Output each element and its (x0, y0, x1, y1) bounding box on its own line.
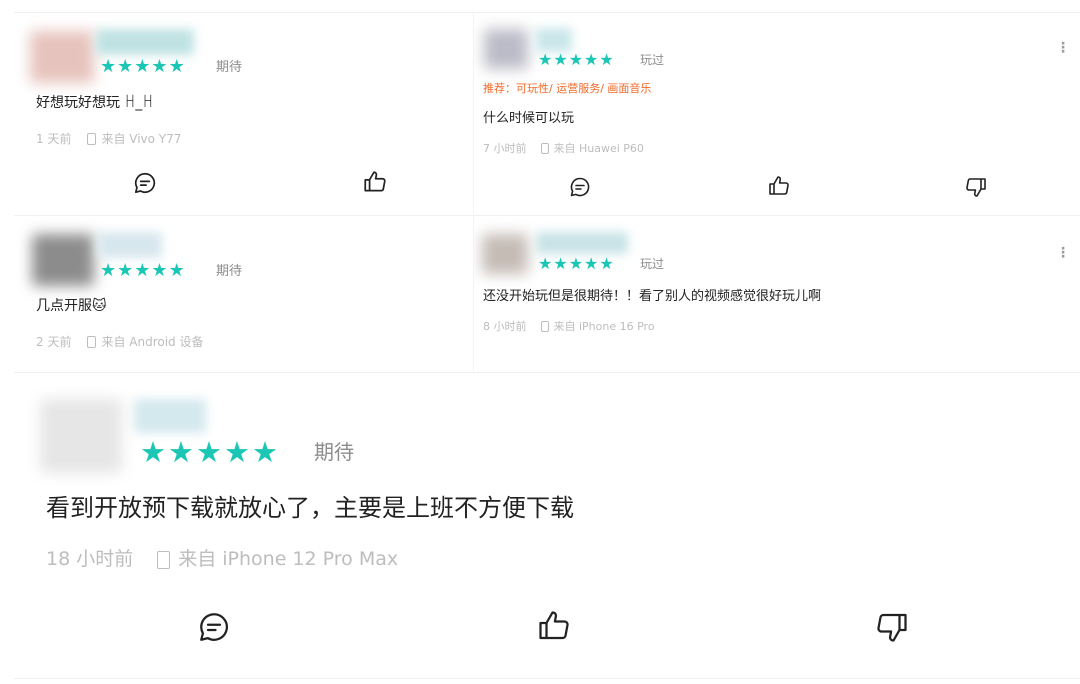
review-text: 几点开服🐱 (36, 298, 107, 314)
recommend-tags: 推荐：可玩性/ 运营服务/ 画面音乐 (483, 82, 652, 95)
avatar[interactable] (32, 234, 94, 286)
review-device: 来自 Huawei P60 (553, 142, 644, 155)
star-icon: ★ (134, 56, 151, 77)
dislike-button[interactable] (962, 174, 990, 200)
review-device: 来自 Vivo Y77 (101, 132, 182, 146)
star-icon: ★ (599, 50, 614, 69)
review-device: 来自 Android 设备 (101, 335, 204, 349)
rating-stars: ★ ★ ★ ★ ★ (538, 52, 615, 68)
review-text: 还没开始玩但是很期待！！看了别人的视频感觉很好玩儿啊 (483, 289, 822, 304)
more-icon: ⋮ (1056, 245, 1070, 261)
star-icon: ★ (568, 254, 584, 273)
phone-icon (540, 321, 549, 332)
rating-stars: ★ ★ ★ ★ ★ (100, 262, 186, 280)
review-card: ★ ★ ★ ★ ★ 玩过 ⋮ 推荐：可玩性/ 运营服务/ 画面音乐 什么时候可以… (474, 13, 1080, 215)
star-icon: ★ (168, 435, 194, 469)
star-icon: ★ (117, 260, 134, 281)
review-device: 来自 iPhone 12 Pro Max (178, 548, 399, 570)
more-button[interactable]: ⋮ (1056, 246, 1070, 260)
phone-icon (87, 336, 97, 348)
status-tag: 期待 (216, 264, 243, 279)
star-icon: ★ (168, 56, 185, 77)
review-card: ★ ★ ★ ★ ★ 期待 好想玩好想玩 ꀿ_ꀿ 1 天前 来自 Vivo Y77 (14, 13, 473, 215)
star-icon: ★ (538, 254, 553, 273)
phone-icon (87, 133, 97, 145)
thumbs-up-icon (769, 176, 789, 195)
avatar[interactable] (30, 31, 94, 83)
review-meta: 8 小时前 来自 iPhone 16 Pro (483, 321, 655, 332)
star-icon: ★ (553, 254, 568, 273)
review-time: 1 天前 (36, 132, 72, 146)
star-icon: ★ (584, 50, 599, 69)
review-meta: 18 小时前 来自 iPhone 12 Pro Max (46, 550, 398, 569)
review-text: 什么时候可以玩 (483, 111, 575, 126)
review-card: ★ ★ ★ ★ ★ 玩过 ⋮ 还没开始玩但是很期待！！看了别人的视频感觉很好玩儿… (474, 216, 1080, 372)
star-icon: ★ (553, 50, 568, 69)
like-button[interactable] (765, 173, 793, 199)
phone-icon (157, 550, 171, 569)
review-meta: 1 天前 来自 Vivo Y77 (36, 133, 181, 145)
star-icon: ★ (100, 56, 117, 77)
review-time: 8 小时前 (483, 320, 527, 333)
thumbs-down-icon (966, 178, 986, 197)
star-icon: ★ (224, 435, 250, 469)
review-time: 2 天前 (36, 335, 72, 349)
status-tag: 玩过 (640, 53, 665, 67)
review-text: 看到开放预下载就放心了，主要是上班不方便下载 (46, 494, 574, 522)
comment-button[interactable] (192, 607, 236, 647)
review-meta: 7 小时前 来自 Huawei P60 (483, 143, 644, 154)
username[interactable] (536, 28, 572, 52)
username[interactable] (98, 232, 162, 258)
comment-icon (570, 177, 590, 197)
status-tag: 期待 (216, 60, 243, 75)
review-text: 好想玩好想玩 ꀿ_ꀿ (36, 95, 154, 111)
username[interactable] (96, 29, 194, 55)
status-tag: 玩过 (640, 257, 665, 271)
thumbs-up-icon (364, 171, 386, 192)
avatar[interactable] (482, 234, 528, 274)
star-icon: ★ (568, 50, 584, 69)
thumbs-up-icon (539, 611, 569, 640)
username[interactable] (134, 399, 206, 433)
rating-stars: ★ ★ ★ ★ ★ (140, 438, 280, 467)
phone-icon (540, 143, 549, 154)
comment-icon (134, 172, 156, 194)
star-icon: ★ (134, 260, 151, 281)
username[interactable] (536, 232, 628, 254)
review-meta: 2 天前 来自 Android 设备 (36, 336, 203, 348)
star-icon: ★ (168, 260, 185, 281)
review-card: ★ ★ ★ ★ ★ 期待 看到开放预下载就放心了，主要是上班不方便下载 18 小… (14, 373, 1080, 678)
star-icon: ★ (117, 56, 134, 77)
avatar[interactable] (484, 29, 528, 69)
rating-stars: ★ ★ ★ ★ ★ (100, 58, 186, 76)
star-icon: ★ (599, 254, 614, 273)
thumbs-down-icon (877, 613, 907, 642)
rating-stars: ★ ★ ★ ★ ★ (538, 256, 615, 272)
more-icon: ⋮ (1056, 40, 1070, 56)
star-icon: ★ (140, 435, 166, 469)
more-button[interactable]: ⋮ (1056, 41, 1070, 55)
review-time: 18 小时前 (46, 548, 134, 570)
comment-button[interactable] (566, 174, 594, 200)
review-card: ★ ★ ★ ★ ★ 期待 几点开服🐱 2 天前 来自 Android 设备 (14, 216, 473, 372)
divider (14, 678, 1080, 679)
dislike-button[interactable] (870, 607, 914, 647)
comment-icon (200, 613, 228, 641)
status-tag: 期待 (314, 440, 354, 464)
comment-button[interactable] (132, 169, 158, 197)
star-icon: ★ (100, 260, 117, 281)
star-icon: ★ (151, 260, 168, 281)
star-icon: ★ (196, 435, 222, 469)
like-button[interactable] (532, 606, 576, 646)
avatar[interactable] (40, 399, 122, 473)
review-device: 来自 iPhone 16 Pro (553, 320, 655, 333)
star-icon: ★ (151, 56, 168, 77)
star-icon: ★ (252, 435, 278, 469)
review-time: 7 小时前 (483, 142, 527, 155)
star-icon: ★ (538, 50, 553, 69)
star-icon: ★ (584, 254, 599, 273)
like-button[interactable] (359, 168, 391, 196)
